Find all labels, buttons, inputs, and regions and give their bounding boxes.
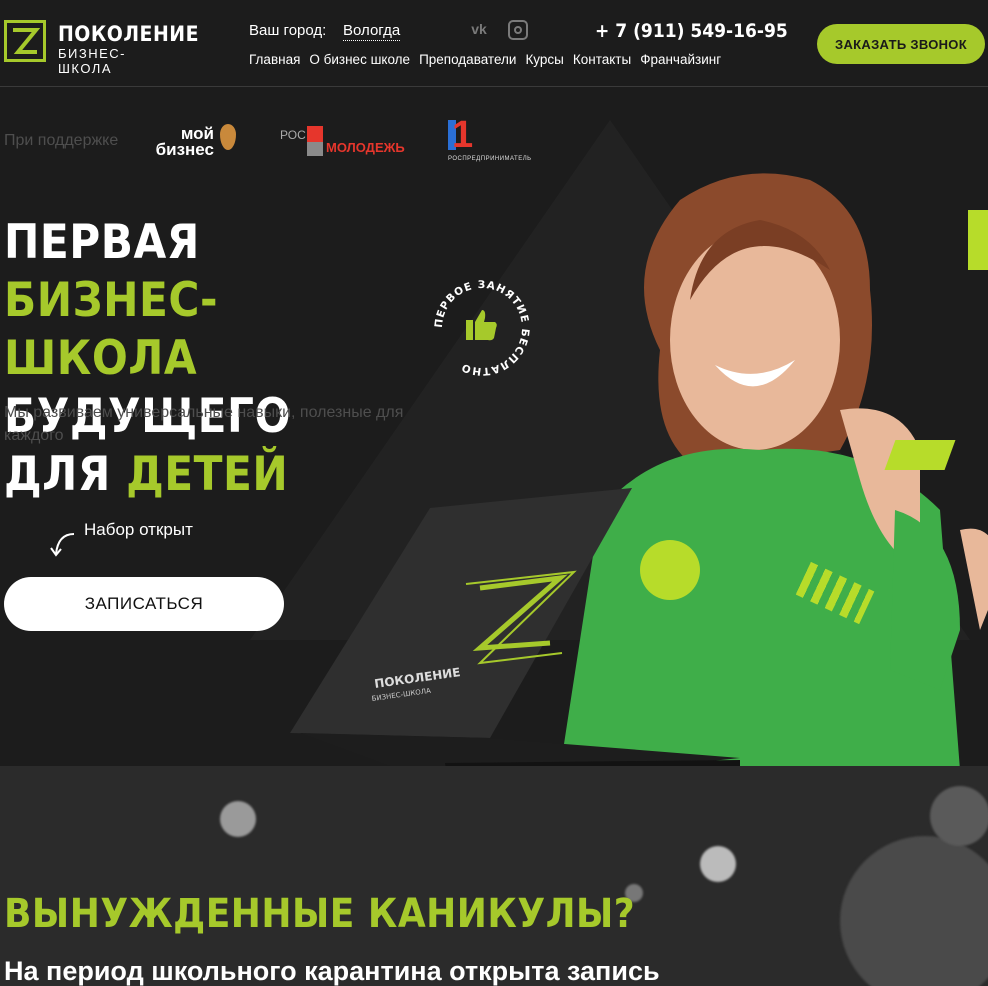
city-label: Ваш город: [249,22,327,39]
phone-number[interactable]: + 7 (911) 549-16-95 [595,20,788,42]
decorative-corner-shape [968,210,988,270]
section-title: ВЫНУЖДЕННЫЕ КАНИКУЛЫ? [4,891,636,937]
nav-item-home[interactable]: Главная [249,52,300,67]
hero-subtext: Мы развиваем универсальные навыки, полез… [4,404,404,444]
virus-image [840,836,988,986]
city-selector[interactable]: Вологда [343,22,401,41]
logo-title: ПОКОЛЕНИЕ [58,22,199,46]
nav-item-about[interactable]: О бизнес школе [309,52,410,67]
nav-item-contacts[interactable]: Контакты [573,52,631,67]
order-call-button[interactable]: ЗАКАЗАТЬ ЗВОНОК [817,24,985,64]
logo-subtitle: БИЗНЕС-ШКОЛА [58,46,127,76]
hero-heading: ПЕРВАЯ БИЗНЕС- ШКОЛА БУДУЩЕГО ДЛЯ ДЕТЕЙ [4,215,291,502]
rocket-icon [220,124,236,150]
logo[interactable]: ПОКОЛЕНИЕ БИЗНЕС-ШКОЛА [4,20,199,76]
curved-arrow-icon [50,533,75,557]
decorative-arrow-shape [884,440,956,470]
recruitment-status: Набор открыт [84,520,193,539]
partner-moi-biznes-logo[interactable]: мой бизнес [150,122,250,164]
laptop-image: ПОКОЛЕНИЕ БИЗНЕС-ШКОЛА [290,488,740,766]
header-divider [0,86,988,87]
free-lesson-badge: ПЕРВОЕ ЗАНЯТИЕ БЕСПЛАТНО [433,279,530,377]
virus-image [930,786,988,846]
instagram-icon[interactable] [508,20,528,40]
section-text: На период школьного карантина открыта за… [4,956,660,986]
logo-mark-icon [4,20,46,62]
signup-button[interactable]: ЗАПИСАТЬСЯ [4,577,284,631]
partner-rospredprinimatel-logo[interactable]: 1 РОСПРЕДПРИНИМАТЕЛЬ [448,116,531,166]
support-label: При поддержке [4,132,119,149]
nav-item-courses[interactable]: Курсы [525,52,563,67]
vk-icon[interactable]: vk [468,18,490,40]
nav-item-franchise[interactable]: Франчайзинг [640,52,721,67]
blurred-orb [220,801,256,837]
blurred-orb [700,846,736,882]
quarantine-section: ВЫНУЖДЕННЫЕ КАНИКУЛЫ? На период школьног… [0,766,988,986]
nav-item-teachers[interactable]: Преподаватели [419,52,516,67]
main-nav: Главная О бизнес школе Преподаватели Кур… [249,52,721,67]
hero-section: ПОКОЛЕНИЕ БИЗНЕС-ШКОЛА Ваш город: Вологд… [0,0,988,766]
partner-rosmolodezh-logo[interactable]: РОС МОЛОДЕЖЬ [280,124,420,160]
